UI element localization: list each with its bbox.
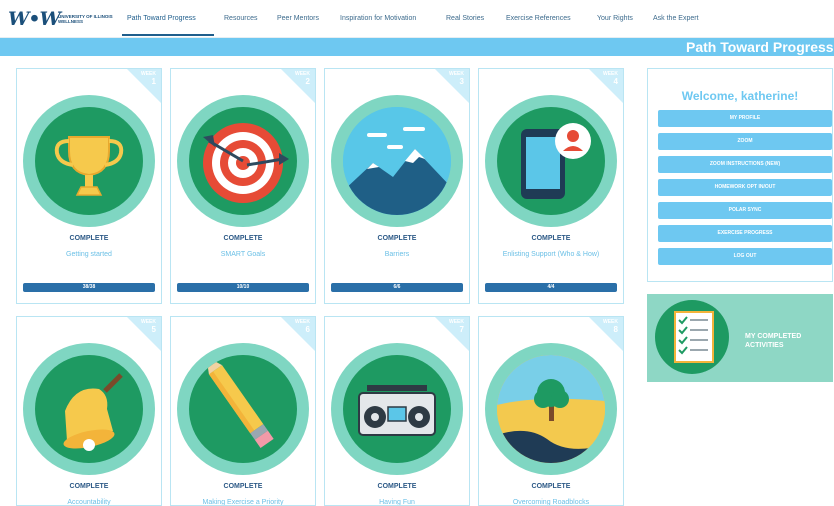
card-title[interactable]: Making Exercise a Priority xyxy=(171,499,315,505)
week-icon-ring xyxy=(23,343,155,475)
log-out-button[interactable]: LOG OUT xyxy=(658,248,832,265)
week-card-4[interactable]: WEEK 4 COMPLETE Enlisting Support (Who & … xyxy=(478,68,624,304)
homework-opt-button[interactable]: HOMEWORK OPT IN/OUT xyxy=(658,179,832,196)
card-status: COMPLETE xyxy=(377,483,417,490)
my-profile-button[interactable]: MY PROFILE xyxy=(658,110,832,127)
logo-subtitle: University of Illinois Wellness xyxy=(58,14,113,24)
progress-bar: 4/4 xyxy=(485,283,617,292)
week-icon-ring xyxy=(331,343,463,475)
card-status: COMPLETE xyxy=(377,235,417,242)
mountain-icon xyxy=(343,107,451,215)
logo-mark: W•W xyxy=(8,8,61,30)
week-badge: WEEK 5 xyxy=(141,319,156,334)
nav-exercise-references[interactable]: Exercise References xyxy=(506,15,571,22)
card-status: COMPLETE xyxy=(531,235,571,242)
week-card-8[interactable]: WEEK 8 COMPLETE Overcoming Roadblocks xyxy=(478,316,624,506)
nav-real-stories[interactable]: Real Stories xyxy=(446,15,484,22)
week-icon-ring xyxy=(177,95,309,227)
card-status: COMPLETE xyxy=(223,483,263,490)
week-card-5[interactable]: WEEK 5 COMPLETE Accountability xyxy=(16,316,162,506)
week-badge: WEEK 7 xyxy=(449,319,464,334)
bell-icon xyxy=(35,355,143,463)
week-card-3[interactable]: WEEK 3 COMPLETE Barriers 6/6 xyxy=(324,68,470,304)
week-card-7[interactable]: WEEK 7 COMPLETE Having Fun xyxy=(324,316,470,506)
pencil-icon xyxy=(189,355,297,463)
target-icon xyxy=(189,107,297,215)
week-card-6[interactable]: WEEK 6 COMPLETE Making Exercise a Priorit… xyxy=(170,316,316,506)
phone-contact-icon xyxy=(497,107,605,215)
completed-activities-panel[interactable]: MY COMPLETED ACTIVITIES xyxy=(647,294,833,382)
nav-ask-the-expert[interactable]: Ask the Expert xyxy=(653,15,699,22)
trophy-icon xyxy=(35,107,143,215)
progress-bar: 38/38 xyxy=(23,283,155,292)
zoom-instructions-button[interactable]: ZOOM INSTRUCTIONS (NEW) xyxy=(658,156,832,173)
card-status: COMPLETE xyxy=(223,235,263,242)
active-nav-indicator xyxy=(122,34,214,36)
zoom-button[interactable]: ZOOM xyxy=(658,133,832,150)
top-navigation: W•W University of Illinois Wellness Path… xyxy=(0,0,834,38)
nav-peer-mentors[interactable]: Peer Mentors xyxy=(277,15,319,22)
polar-sync-button[interactable]: POLAR SYNC xyxy=(658,202,832,219)
card-title[interactable]: Barriers xyxy=(325,251,469,258)
nav-resources[interactable]: Resources xyxy=(224,15,257,22)
boombox-icon xyxy=(343,355,451,463)
card-title[interactable]: Getting started xyxy=(17,251,161,258)
week-badge: WEEK 2 xyxy=(295,71,310,86)
week-badge: WEEK 4 xyxy=(603,71,618,86)
week-icon-ring xyxy=(177,343,309,475)
week-icon-ring xyxy=(23,95,155,227)
progress-bar: 6/6 xyxy=(331,283,463,292)
card-title[interactable]: SMART Goals xyxy=(171,251,315,258)
week-badge: WEEK 1 xyxy=(141,71,156,86)
card-title[interactable]: Overcoming Roadblocks xyxy=(479,499,623,505)
nav-path-toward-progress[interactable]: Path Toward Progress xyxy=(127,15,196,22)
card-title[interactable]: Enlisting Support (Who & How) xyxy=(479,251,623,258)
road-tree-icon xyxy=(497,355,605,463)
nav-inspiration[interactable]: Inspiration for Motivation xyxy=(340,15,416,22)
card-status: COMPLETE xyxy=(69,235,109,242)
card-title[interactable]: Having Fun xyxy=(325,499,469,505)
week-badge: WEEK 6 xyxy=(295,319,310,334)
week-card-2[interactable]: WEEK 2 COMPLETE SMART Goals 10/10 xyxy=(170,68,316,304)
card-title[interactable]: Accountability xyxy=(17,499,161,505)
card-status: COMPLETE xyxy=(69,483,109,490)
checklist-icon xyxy=(655,300,729,374)
week-badge: WEEK 3 xyxy=(449,71,464,86)
welcome-message: Welcome, katherine! xyxy=(681,89,799,103)
week-badge: WEEK 8 xyxy=(603,319,618,334)
nav-your-rights[interactable]: Your Rights xyxy=(597,15,633,22)
week-icon-ring xyxy=(485,343,617,475)
week-card-1[interactable]: WEEK 1 COMPLETE Getting started 38/38 xyxy=(16,68,162,304)
site-logo[interactable]: W•W University of Illinois Wellness xyxy=(8,8,113,32)
page-banner: Path Toward Progress xyxy=(0,38,834,56)
exercise-progress-button[interactable]: EXERCISE PROGRESS xyxy=(658,225,832,242)
welcome-panel: Welcome, katherine! MY PROFILE ZOOM ZOOM… xyxy=(647,68,833,282)
page-title: Path Toward Progress xyxy=(686,39,834,55)
week-icon-ring xyxy=(485,95,617,227)
card-status: COMPLETE xyxy=(531,483,571,490)
week-icon-ring xyxy=(331,95,463,227)
completed-activities-label: MY COMPLETED ACTIVITIES xyxy=(745,333,802,349)
progress-bar: 10/10 xyxy=(177,283,309,292)
